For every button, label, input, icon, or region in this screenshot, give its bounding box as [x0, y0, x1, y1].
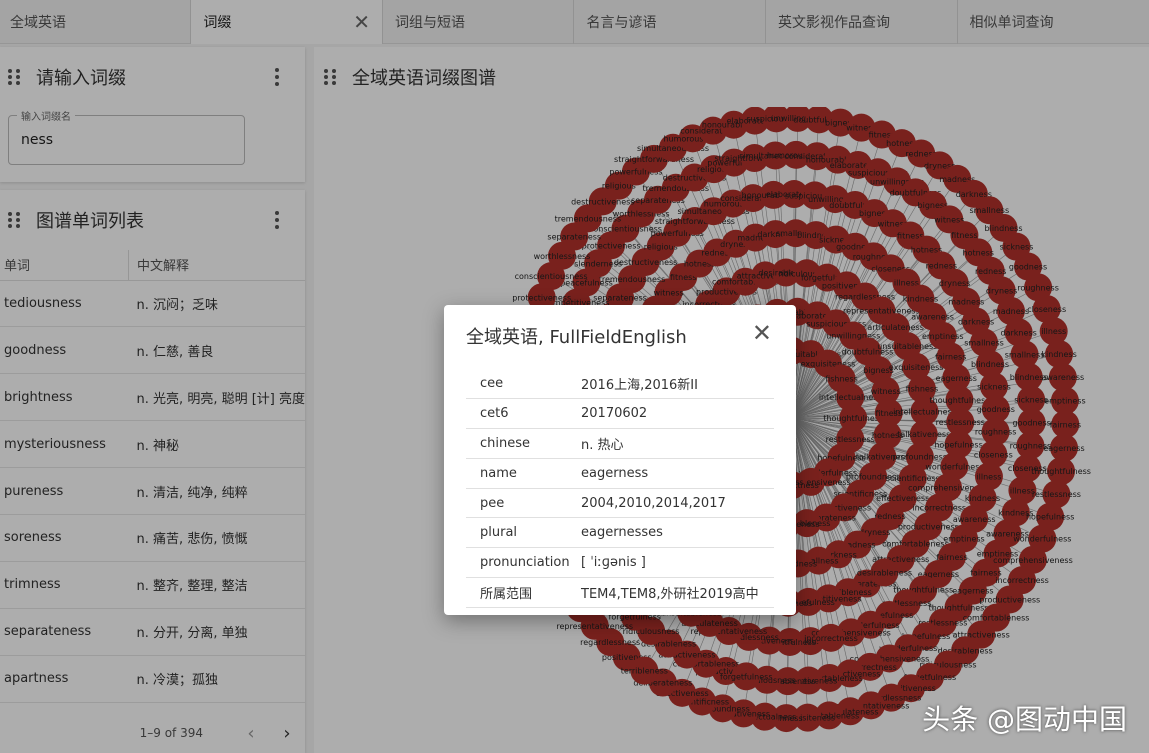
detail-key: name [466, 458, 581, 489]
detail-key: chinese [466, 428, 581, 459]
detail-value: 20170602 [581, 398, 774, 430]
close-icon[interactable]: ✕ [752, 319, 772, 347]
detail-value: eagerness [581, 458, 774, 489]
word-detail-dialog: 全域英语, FullFieldEnglish ✕ cee 2016上海,2016新… [444, 305, 796, 615]
detail-row: plural eagernesses [466, 517, 774, 549]
detail-row: pronunciation[ ˈiːɡənis ] [466, 547, 774, 579]
detail-key: 所属范围 [466, 577, 581, 608]
detail-value: 2004,2010,2014,2017 [581, 488, 774, 519]
detail-key: cee [466, 369, 581, 400]
detail-table: cee 2016上海,2016新II cet6 20170602 chinese n.… [466, 369, 774, 608]
detail-key: cet6 [466, 398, 581, 430]
detail-row: cee 2016上海,2016新II [466, 369, 774, 400]
detail-key: pee [466, 488, 581, 519]
detail-value: [ ˈiːɡənis ] [581, 547, 774, 579]
detail-value: 2016上海,2016新II [581, 369, 774, 400]
detail-row: pee 2004,2010,2014,2017 [466, 488, 774, 519]
dialog-title: 全域英语, FullFieldEnglish [466, 327, 687, 348]
detail-row: cet6 20170602 [466, 398, 774, 430]
watermark: 头条 @图动中国 [922, 703, 1127, 736]
detail-value: eagernesses [581, 517, 774, 549]
detail-value: n. 热心 [581, 428, 774, 459]
detail-row: 所属范围 TEM4,TEM8,外研社2019高中 [466, 577, 774, 608]
detail-row: chinese n. 热心 [466, 428, 774, 459]
detail-row: name eagerness [466, 458, 774, 489]
detail-value: TEM4,TEM8,外研社2019高中 [581, 577, 774, 608]
detail-key: pronunciation [466, 547, 581, 579]
detail-key: plural [466, 517, 581, 549]
